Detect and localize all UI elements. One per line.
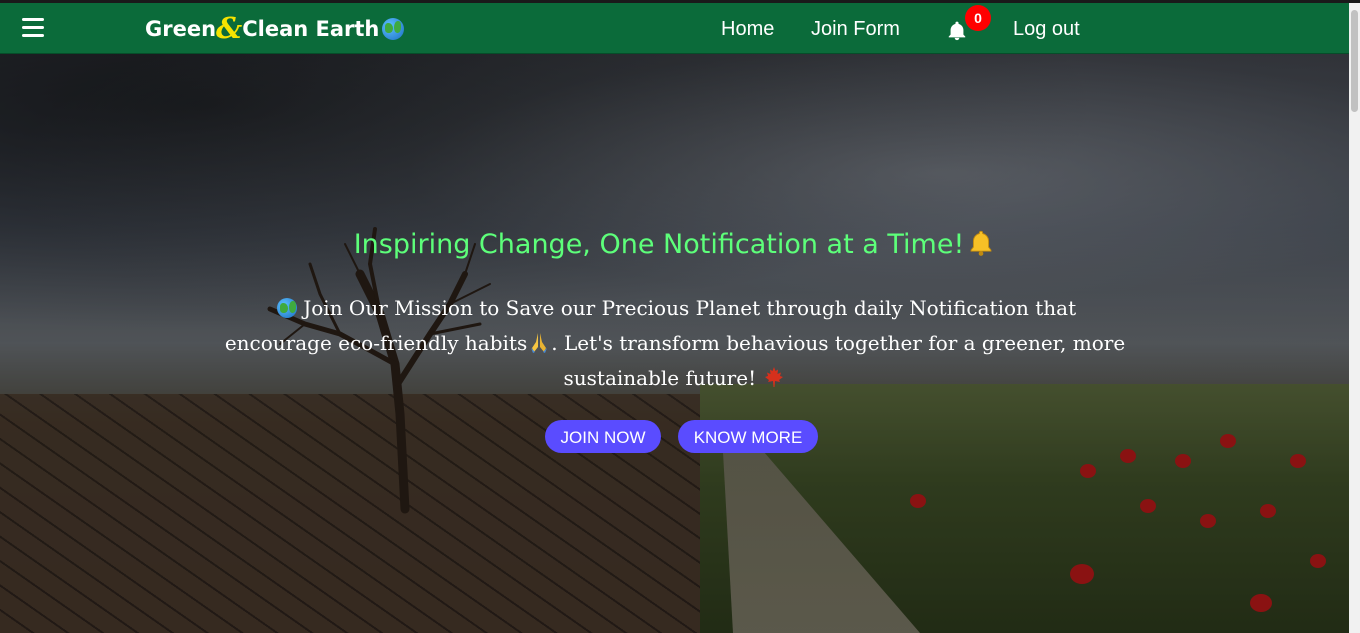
maple-leaf-icon [765, 367, 784, 387]
brand-ampersand: & [216, 11, 243, 45]
prayer-hands-icon [531, 333, 548, 353]
brand-text-clean-earth: Clean Earth [242, 17, 380, 41]
menu-icon[interactable] [22, 18, 44, 38]
brand-logo[interactable]: Green&Clean Earth [145, 11, 405, 45]
know-more-button[interactable]: KNOW MORE [678, 420, 818, 453]
hero-headline: Inspiring Change, One Notification at a … [0, 226, 1349, 264]
brand-text-green: Green [145, 17, 217, 41]
nav-home-link[interactable]: Home [721, 17, 774, 41]
globe-icon [382, 18, 405, 40]
globe-icon [276, 298, 297, 318]
bell-emoji-icon [970, 230, 992, 256]
scrollbar-thumb[interactable] [1351, 10, 1358, 112]
hero-section: Inspiring Change, One Notification at a … [0, 54, 1349, 633]
navbar: Green&Clean Earth Home Join Form 0 Log o… [0, 3, 1349, 54]
bell-icon[interactable] [946, 20, 968, 42]
hero-description: Join Our Mission to Save our Precious Pl… [224, 291, 1126, 396]
nav-logout-link[interactable]: Log out [1013, 17, 1080, 41]
notification-count-badge: 0 [965, 5, 991, 31]
nav-join-form-link[interactable]: Join Form [811, 17, 900, 41]
hero-description-part2: . Let's transform behavious together for… [551, 331, 1126, 390]
join-now-button[interactable]: JOIN NOW [545, 420, 661, 453]
hero-headline-text: Inspiring Change, One Notification at a … [353, 229, 965, 260]
